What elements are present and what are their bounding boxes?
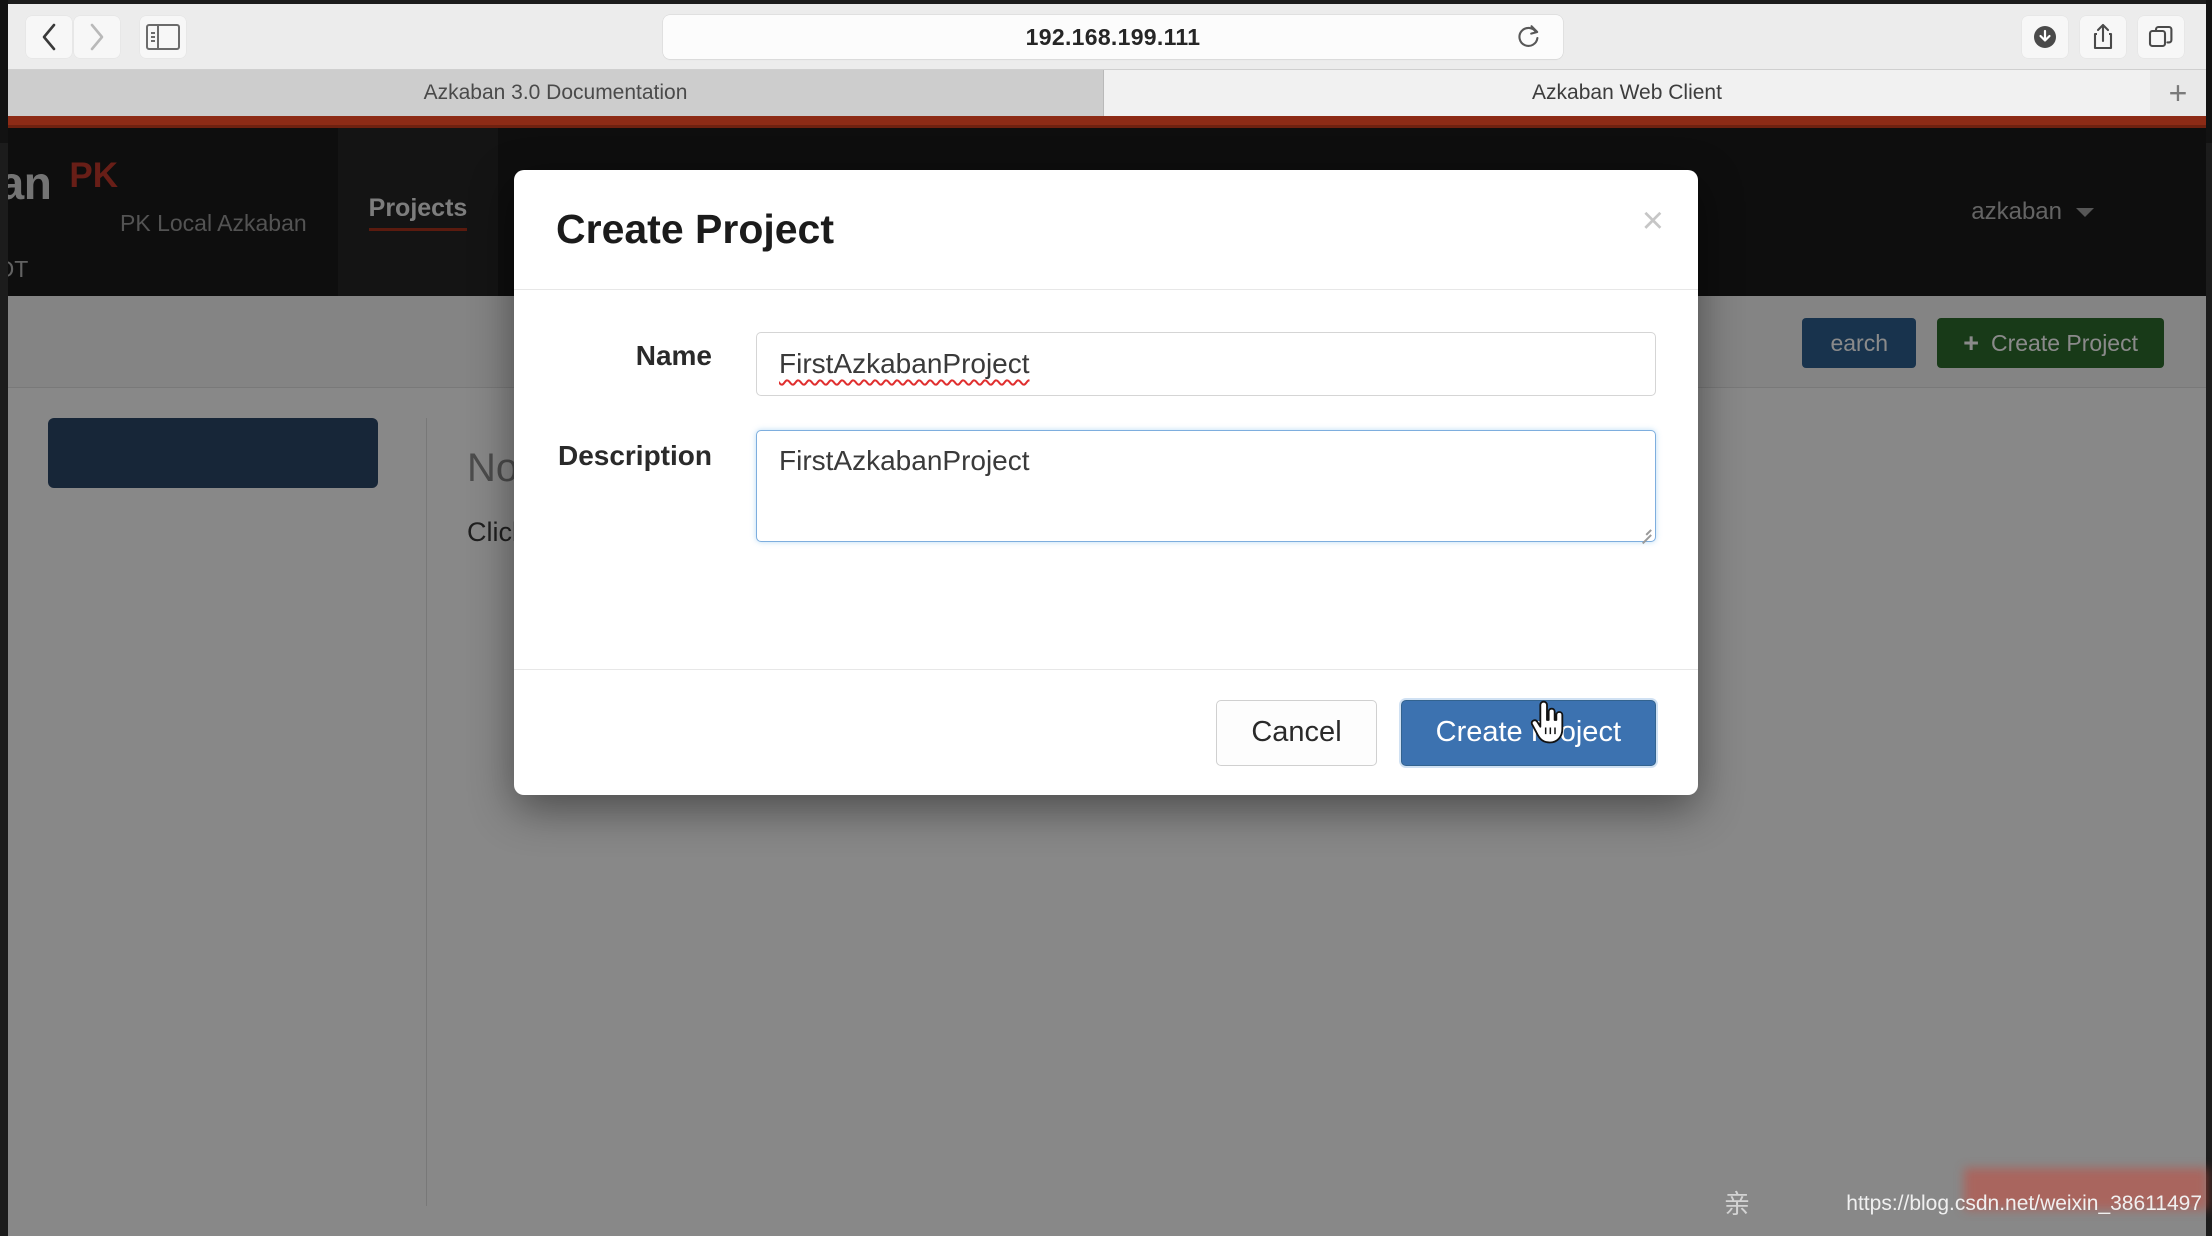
sidebar-toggle-button[interactable] <box>140 15 186 58</box>
page-top-accent-bar <box>8 116 2206 125</box>
downloads-icon <box>2034 26 2056 48</box>
share-icon <box>2093 23 2113 50</box>
tab-azkaban-web-client-label: Azkaban Web Client <box>1532 81 1722 104</box>
reload-icon[interactable] <box>1515 23 1541 51</box>
window-edge-right <box>2206 0 2212 143</box>
name-input-value: FirstAzkabanProject <box>779 348 1030 379</box>
browser-toolbar: 192.168.199.111 <box>8 4 2206 70</box>
watermark-url: https://blog.csdn.net/weixin_38611497 <box>1846 1192 2202 1215</box>
nav-button-group <box>26 15 188 58</box>
tab-azkaban-web-client[interactable]: Azkaban Web Client <box>1104 70 2150 116</box>
toolbar-right-group <box>2022 16 2186 58</box>
dialog-header: Create Project × <box>514 170 1698 290</box>
tab-bar: Azkaban 3.0 Documentation Azkaban Web Cl… <box>8 70 2206 116</box>
dialog-footer: Cancel Create Project <box>514 669 1698 795</box>
dialog-body: Name FirstAzkabanProject Description Fir… <box>514 290 1698 669</box>
dialog-title: Create Project <box>556 206 835 252</box>
downloads-button[interactable] <box>2022 16 2068 58</box>
url-text: 192.168.199.111 <box>1025 23 1201 50</box>
tab-overview-button[interactable] <box>2138 16 2184 58</box>
share-button[interactable] <box>2080 16 2126 58</box>
forward-button[interactable] <box>74 15 120 58</box>
window-edge-left <box>0 0 8 143</box>
sidebar-toggle-icon <box>146 23 180 50</box>
url-bar[interactable]: 192.168.199.111 <box>663 15 1563 59</box>
hand-cursor-icon <box>1530 700 1564 744</box>
forward-chevron-icon <box>90 23 104 50</box>
resize-handle-icon[interactable] <box>1637 524 1652 544</box>
description-input[interactable]: FirstAzkabanProject <box>756 430 1656 544</box>
name-row: Name FirstAzkabanProject <box>556 332 1656 396</box>
tab-overview-icon <box>2148 25 2173 48</box>
name-label: Name <box>635 340 712 371</box>
tab-azkaban-documentation-label: Azkaban 3.0 Documentation <box>423 81 688 104</box>
close-icon[interactable]: × <box>1642 202 1664 240</box>
cancel-button-label: Cancel <box>1251 716 1342 748</box>
watermark-character: 亲 <box>1724 1189 1751 1219</box>
new-tab-button-label: + <box>2168 74 2188 111</box>
back-button[interactable] <box>26 15 72 58</box>
name-input[interactable]: FirstAzkabanProject <box>756 332 1656 396</box>
cancel-button[interactable]: Cancel <box>1216 699 1377 766</box>
create-project-dialog: Create Project × Name FirstAzkabanProjec… <box>514 170 1698 795</box>
back-chevron-icon <box>42 23 56 50</box>
screen: aban PK PK Local Azkaban IOT Projects az… <box>0 0 2212 1236</box>
description-row: Description FirstAzkabanProject <box>556 430 1656 544</box>
new-tab-button[interactable]: + <box>2150 70 2206 116</box>
description-input-value: FirstAzkabanProject <box>779 445 1030 476</box>
description-label: Description <box>557 440 712 471</box>
tab-azkaban-documentation[interactable]: Azkaban 3.0 Documentation <box>8 70 1104 116</box>
browser-chrome: 192.168.199.111 Azkaban 3.0 Documentatio… <box>0 0 2212 143</box>
